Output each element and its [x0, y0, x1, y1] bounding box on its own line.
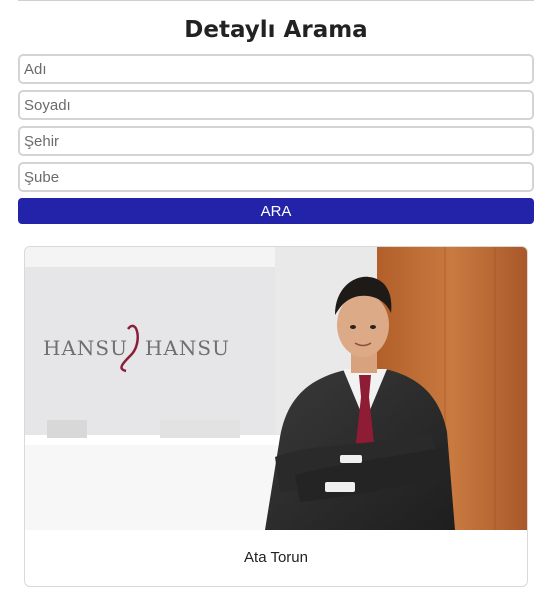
search-button[interactable]: ARA [18, 198, 534, 224]
city-input[interactable] [18, 126, 534, 156]
page-title: Detaylı Arama [184, 17, 368, 43]
result-card[interactable]: HANSU HANSU Ata Torun [24, 246, 528, 587]
svg-text:HANSU: HANSU [145, 336, 230, 360]
svg-text:HANSU: HANSU [43, 336, 128, 360]
branch-input[interactable] [18, 162, 534, 192]
lawyer-photo: HANSU HANSU [25, 247, 527, 530]
top-divider [18, 0, 534, 1]
last-name-input[interactable] [18, 90, 534, 120]
result-name: Ata Torun [244, 549, 308, 566]
first-name-input[interactable] [18, 54, 534, 84]
